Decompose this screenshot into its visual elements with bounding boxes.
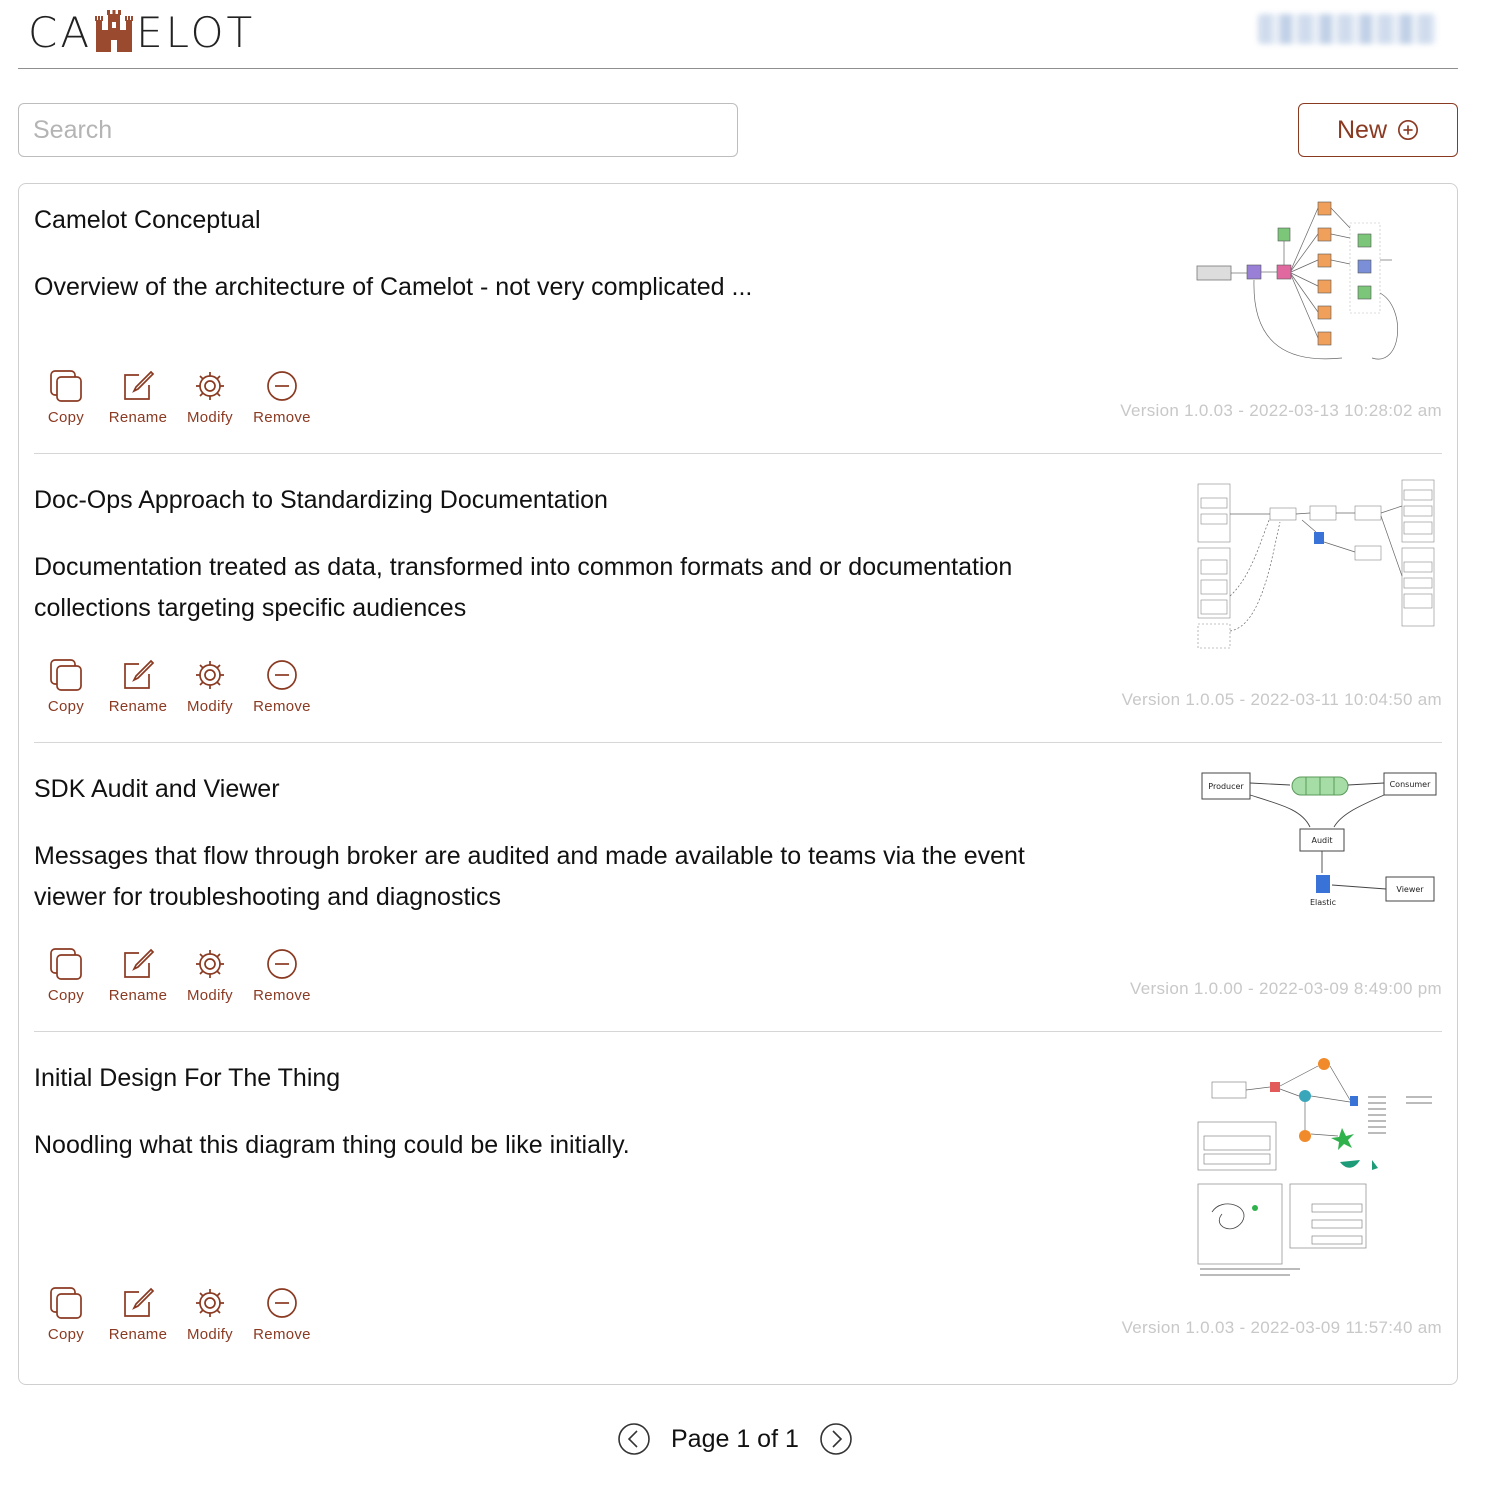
rename-label: Rename (108, 1326, 168, 1343)
user-account-blurred[interactable] (1258, 14, 1436, 44)
diagram-title[interactable]: Camelot Conceptual (34, 206, 261, 235)
diagram-description: Messages that flow through broker are au… (34, 842, 1025, 911)
thumbnail-sdk-graphic: Producer Consumer Audit Viewer Elastic (1201, 772, 1437, 907)
minus-circle-icon (267, 371, 297, 401)
diagram-actions: Copy Rename Modify Remove (38, 368, 311, 426)
diagram-thumbnail[interactable] (1192, 1056, 1442, 1282)
copy-label: Copy (47, 409, 85, 426)
copy-icon (50, 1287, 82, 1319)
diagram-title[interactable]: Doc-Ops Approach to Standardizing Docume… (34, 486, 608, 515)
gear-icon (196, 950, 224, 978)
remove-button[interactable]: Remove (253, 368, 311, 426)
thumb-consumer-label: Consumer (1390, 780, 1432, 789)
copy-icon (50, 948, 82, 980)
copy-button[interactable]: Copy (38, 1285, 94, 1343)
copy-button[interactable]: Copy (38, 946, 94, 1004)
diagram-title[interactable]: Initial Design For The Thing (34, 1064, 340, 1093)
gear-icon (196, 661, 224, 689)
diagram-description: Noodling what this diagram thing could b… (34, 1131, 630, 1159)
diagram-card: Doc-Ops Approach to Standardizing Docume… (34, 454, 1442, 743)
rename-button[interactable]: Rename (108, 946, 168, 1004)
logo-text-left: CA (28, 7, 93, 57)
diagram-description: Documentation treated as data, transform… (34, 553, 1013, 622)
edit-icon (124, 659, 155, 689)
diagram-card: Initial Design For The Thing Noodling wh… (34, 1032, 1442, 1384)
diagram-version: Version 1.0.03 - 2022-03-09 11:57:40 am (1121, 1318, 1442, 1337)
diagram-title[interactable]: SDK Audit and Viewer (34, 775, 280, 804)
remove-label: Remove (253, 409, 311, 426)
remove-label: Remove (253, 1326, 311, 1343)
remove-label: Remove (253, 698, 311, 715)
chevron-left-circle-icon (618, 1423, 650, 1455)
diagram-version: Version 1.0.05 - 2022-03-11 10:04:50 am (1121, 690, 1442, 709)
rename-button[interactable]: Rename (108, 1285, 168, 1343)
modify-button[interactable]: Modify (182, 946, 238, 1004)
edit-icon (124, 1287, 155, 1317)
copy-button[interactable]: Copy (38, 657, 94, 715)
diagram-actions: Copy Rename Modify Remove (38, 657, 311, 715)
minus-circle-icon (267, 1288, 297, 1318)
edit-icon (124, 948, 155, 978)
modify-label: Modify (187, 698, 233, 715)
rename-label: Rename (108, 409, 168, 426)
page-indicator: Page 1 of 1 (671, 1424, 799, 1453)
chevron-right-circle-icon (820, 1423, 852, 1455)
minus-circle-icon (267, 949, 297, 979)
diagram-version: Version 1.0.00 - 2022-03-09 8:49:00 pm (1130, 979, 1442, 998)
rename-label: Rename (108, 987, 168, 1004)
diagram-thumbnail[interactable] (1192, 198, 1442, 368)
diagram-actions: Copy Rename Modify Remove (38, 946, 311, 1004)
new-diagram-button[interactable]: New (1298, 103, 1458, 157)
modify-label: Modify (187, 987, 233, 1004)
edit-icon (124, 370, 155, 400)
camelot-logo[interactable]: CA ELOT (28, 6, 255, 58)
modify-button[interactable]: Modify (182, 368, 238, 426)
remove-button[interactable]: Remove (253, 946, 311, 1004)
thumbnail-architecture-graphic (1196, 201, 1398, 360)
copy-icon (50, 659, 82, 691)
diagram-list: Camelot Conceptual Overview of the archi… (18, 183, 1458, 1385)
thumb-elastic-label: Elastic (1310, 898, 1336, 907)
rename-label: Rename (108, 698, 168, 715)
plus-circle-icon (1398, 120, 1418, 140)
logo-text-right: ELOT (136, 7, 256, 57)
thumbnail-initial-design-graphic (1197, 1058, 1432, 1276)
remove-button[interactable]: Remove (253, 1285, 311, 1343)
thumbnail-docops-graphic (1197, 479, 1435, 649)
search-input[interactable] (18, 103, 738, 157)
modify-label: Modify (187, 409, 233, 426)
diagram-thumbnail[interactable]: Producer Consumer Audit Viewer Elastic (1192, 765, 1442, 915)
rename-button[interactable]: Rename (108, 657, 168, 715)
copy-icon (50, 370, 82, 402)
diagram-card: Camelot Conceptual Overview of the archi… (34, 184, 1442, 454)
copy-label: Copy (47, 987, 85, 1004)
gear-icon (196, 1289, 224, 1317)
modify-label: Modify (187, 1326, 233, 1343)
copy-button[interactable]: Copy (38, 368, 94, 426)
diagram-card: SDK Audit and Viewer Messages that flow … (34, 743, 1442, 1032)
minus-circle-icon (267, 660, 297, 690)
diagram-description: Overview of the architecture of Camelot … (34, 273, 753, 301)
diagram-thumbnail[interactable] (1192, 476, 1442, 651)
gear-icon (196, 372, 224, 400)
app-header: CA ELOT (18, 0, 1458, 69)
remove-label: Remove (253, 987, 311, 1004)
modify-button[interactable]: Modify (182, 657, 238, 715)
thumb-audit-label: Audit (1312, 836, 1333, 845)
diagram-actions: Copy Rename Modify Remove (38, 1285, 311, 1343)
thumb-viewer-label: Viewer (1396, 885, 1424, 894)
remove-button[interactable]: Remove (253, 657, 311, 715)
next-page-button[interactable] (819, 1422, 853, 1456)
pagination: Page 1 of 1 (617, 1422, 853, 1456)
previous-page-button[interactable] (617, 1422, 651, 1456)
rename-button[interactable]: Rename (108, 368, 168, 426)
copy-label: Copy (47, 1326, 85, 1343)
thumb-producer-label: Producer (1208, 782, 1244, 791)
modify-button[interactable]: Modify (182, 1285, 238, 1343)
diagram-version: Version 1.0.03 - 2022-03-13 10:28:02 am (1120, 401, 1442, 420)
castle-icon (95, 10, 134, 52)
new-button-label: New (1336, 115, 1387, 144)
copy-label: Copy (47, 698, 85, 715)
